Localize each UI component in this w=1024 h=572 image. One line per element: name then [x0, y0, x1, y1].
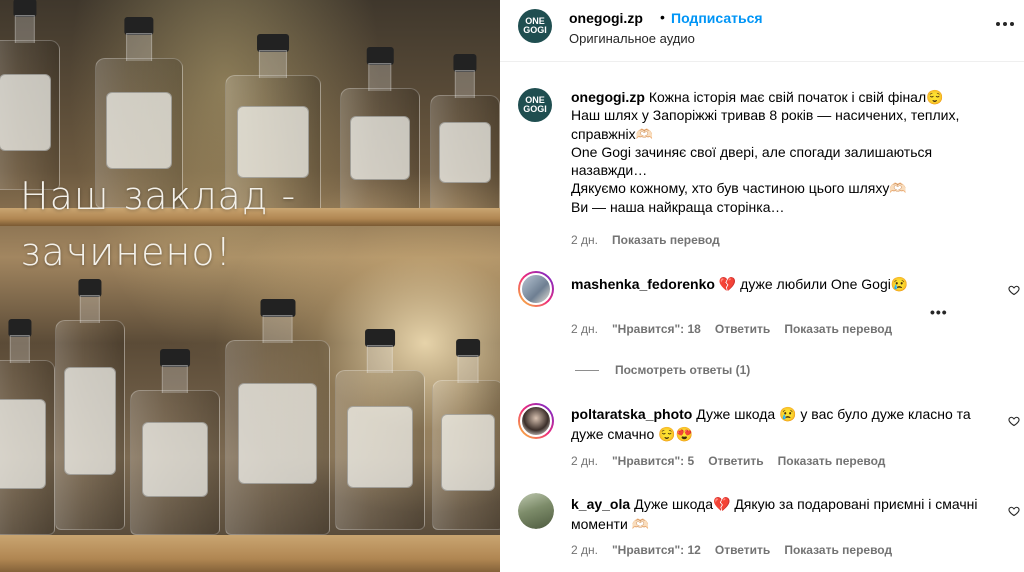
- comment-likes[interactable]: "Нравится": 5: [612, 454, 694, 468]
- caption-line: One Gogi зачиняє свої двері, але спогади…: [571, 143, 933, 179]
- overlay-line-1: Наш заклад -: [20, 174, 297, 218]
- comment-text: mashenka_fedorenko 💔 дуже любили One Gog…: [571, 274, 991, 294]
- bottle: [0, 319, 55, 535]
- profile-avatar[interactable]: ONE GOGI: [518, 9, 552, 43]
- comment-likes[interactable]: "Нравится": 12: [612, 543, 701, 557]
- replies-divider: [575, 369, 599, 371]
- translate-button[interactable]: Показать перевод: [612, 233, 720, 247]
- comment-username[interactable]: mashenka_fedorenko: [571, 276, 715, 292]
- caption-avatar[interactable]: ONE GOGI: [518, 88, 552, 122]
- comment-options-icon[interactable]: •••: [930, 304, 948, 320]
- caption-time[interactable]: 2 дн.: [571, 233, 598, 247]
- media-overlay-text: Наш заклад - зачинено!: [20, 168, 480, 280]
- comment-avatar[interactable]: [518, 271, 554, 307]
- logo-text-bottom: GOGI: [523, 25, 547, 35]
- post-side-panel: ONE GOGI onegogi.zp • Подписаться Оригин…: [500, 0, 1024, 572]
- comment-body: 💔 дуже любили One Gogi😢: [718, 276, 909, 292]
- comment-text: poltaratska_photo Дуже шкода 😢 у вас бул…: [571, 404, 996, 444]
- reply-button[interactable]: Ответить: [715, 543, 770, 557]
- translate-button[interactable]: Показать перевод: [784, 322, 892, 336]
- follow-button[interactable]: Подписаться: [671, 10, 763, 26]
- post-header: ONE GOGI onegogi.zp • Подписаться Оригин…: [500, 0, 1024, 62]
- caption-meta: 2 дн. Показать перевод: [571, 233, 720, 247]
- caption-line: Дякуємо кожному, хто був частиною цього …: [571, 180, 907, 197]
- view-replies-label: Посмотреть ответы (1): [615, 363, 751, 377]
- caption-text: onegogi.zp Кожна історія має свій початок…: [571, 88, 1011, 216]
- bottle: [432, 339, 500, 530]
- logo-text-bottom: GOGI: [523, 104, 547, 114]
- bottle: [335, 329, 425, 530]
- caption-line: Наш шлях у Запоріжжі тривав 8 років — на…: [571, 107, 960, 142]
- caption-line: Ви — наша найкраща сторінка…: [571, 198, 785, 215]
- bottle: [225, 299, 330, 535]
- comment-time[interactable]: 2 дн.: [571, 543, 598, 557]
- bottle: [55, 279, 125, 530]
- like-heart-icon[interactable]: [1008, 284, 1020, 296]
- more-options-icon[interactable]: [996, 20, 1016, 28]
- separator-dot: •: [660, 9, 665, 25]
- audio-link[interactable]: Оригинальное аудио: [569, 31, 695, 46]
- translate-button[interactable]: Показать перевод: [778, 454, 886, 468]
- shelf: [0, 535, 500, 572]
- like-heart-icon[interactable]: [1008, 415, 1020, 427]
- view-replies-button[interactable]: Посмотреть ответы (1): [575, 363, 750, 377]
- reply-button[interactable]: Ответить: [708, 454, 763, 468]
- comment-avatar[interactable]: [518, 403, 554, 439]
- translate-button[interactable]: Показать перевод: [784, 543, 892, 557]
- comment-time[interactable]: 2 дн.: [571, 454, 598, 468]
- reply-button[interactable]: Ответить: [715, 322, 770, 336]
- comment-text: k_ay_ola Дуже шкода💔 Дякую за подаровані…: [571, 494, 991, 534]
- like-heart-icon[interactable]: [1008, 505, 1020, 517]
- comment-avatar[interactable]: [518, 493, 554, 529]
- overlay-line-2: зачинено!: [20, 230, 232, 274]
- caption-username[interactable]: onegogi.zp: [571, 89, 645, 105]
- comment-meta: 2 дн. "Нравится": 18 Ответить Показать п…: [571, 322, 892, 336]
- author-username[interactable]: onegogi.zp: [569, 10, 643, 26]
- comment-meta: 2 дн. "Нравится": 12 Ответить Показать п…: [571, 543, 892, 557]
- caption-line: Кожна історія має свій початок і свій фі…: [648, 89, 944, 105]
- bottle: [130, 349, 220, 535]
- comment-username[interactable]: k_ay_ola: [571, 496, 630, 512]
- comment-username[interactable]: poltaratska_photo: [571, 406, 692, 422]
- post-media[interactable]: Наш заклад - зачинено!: [0, 0, 500, 572]
- comment-time[interactable]: 2 дн.: [571, 322, 598, 336]
- comment-meta: 2 дн. "Нравится": 5 Ответить Показать пе…: [571, 454, 885, 468]
- comment-likes[interactable]: "Нравится": 18: [612, 322, 701, 336]
- comment-body: Дуже шкода💔 Дякую за подаровані приємні …: [571, 496, 978, 532]
